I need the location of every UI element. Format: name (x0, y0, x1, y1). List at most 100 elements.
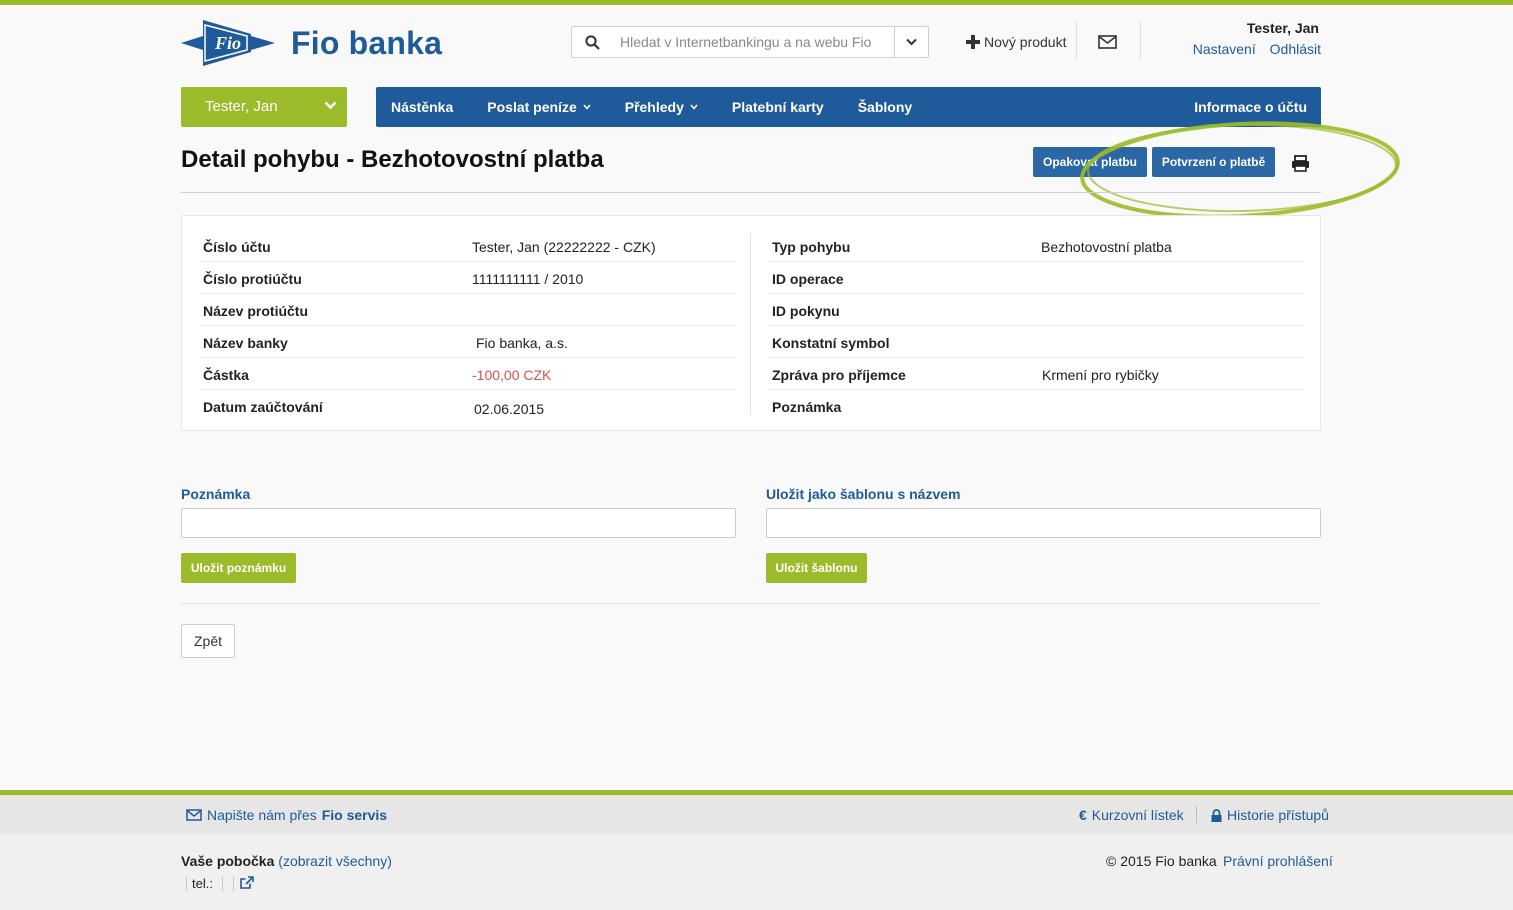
fio-servis-link[interactable]: Napište nám přes Fio servis (186, 807, 387, 823)
nav-label: Informace o účtu (1194, 99, 1307, 115)
write-us-label: Napište nám přes (207, 807, 317, 823)
branch-info: Vaše pobočka (zobrazit všechny) (181, 853, 392, 869)
detail-row: Poznámka (770, 390, 1304, 421)
nav-item-nastenka[interactable]: Nástěnka (376, 87, 470, 127)
search-box[interactable] (571, 26, 929, 58)
footer-divider (233, 876, 234, 891)
exchange-rates-label: Kurzovní lístek (1091, 807, 1184, 823)
save-note-button[interactable]: Uložit poznámku (181, 553, 296, 583)
external-link-icon[interactable] (240, 876, 254, 894)
branch-label: Vaše pobočka (181, 853, 275, 869)
detail-label: Datum zaúčtování (203, 399, 323, 415)
detail-row: Název banky Fio banka, a.s. (201, 326, 735, 358)
detail-value: Tester, Jan (22222222 - CZK) (472, 239, 656, 255)
detail-label: ID pokynu (772, 303, 840, 319)
detail-left-column: Číslo účtu Tester, Jan (22222222 - CZK) Č… (201, 230, 735, 421)
exchange-rates-link[interactable]: € Kurzovní lístek (1079, 807, 1184, 823)
nav-label: Nástěnka (391, 99, 454, 115)
detail-value: Bezhotovostní platba (1041, 239, 1172, 255)
legal-link[interactable]: Právní prohlášení (1223, 853, 1333, 869)
nav-label: Přehledy (624, 99, 684, 115)
header-divider (1076, 22, 1077, 60)
logout-link[interactable]: Odhlásit (1270, 41, 1321, 57)
detail-row: Částka -100,00 CZK (201, 358, 735, 390)
euro-icon: € (1079, 807, 1087, 823)
nav-item-sablony[interactable]: Šablony (841, 87, 929, 127)
detail-label: Konstatní symbol (772, 335, 890, 351)
lock-icon (1211, 808, 1222, 822)
back-button[interactable]: Zpět (181, 624, 235, 658)
envelope-icon[interactable] (1098, 35, 1117, 54)
fio-logo-icon: Fio (181, 20, 275, 66)
footer-info: Vaše pobočka (zobrazit všechny) tel.: © … (0, 834, 1513, 910)
user-selector[interactable]: Tester, Jan (181, 87, 347, 127)
detail-label: Poznámka (772, 399, 842, 415)
detail-label: Typ pohybu (772, 239, 851, 255)
note-input[interactable] (181, 508, 736, 538)
show-all-branches-link[interactable]: (zobrazit všechny) (278, 853, 392, 869)
detail-row: Zpráva pro příjemce Krmení pro rybičky (770, 358, 1304, 390)
copyright: © 2015 Fio banka (1106, 853, 1217, 869)
highlight-ring (1080, 121, 1400, 219)
detail-row: Konstatní symbol (770, 326, 1304, 358)
access-history-link[interactable]: Historie přístupů (1211, 807, 1329, 823)
detail-label: ID operace (772, 271, 844, 287)
note-field-label: Poznámka (181, 486, 251, 502)
footer-divider (222, 876, 223, 891)
logo-badge-text: Fio (214, 33, 241, 53)
new-product-link[interactable]: Nový produkt (966, 34, 1066, 50)
access-history-label: Historie přístupů (1227, 807, 1329, 823)
detail-row: ID pokynu (770, 294, 1304, 326)
detail-row: ID operace (770, 262, 1304, 294)
detail-row: Název protiúčtu (201, 294, 735, 326)
fio-logo[interactable]: Fio Fio banka (181, 16, 461, 70)
detail-label: Zpráva pro příjemce (772, 367, 906, 383)
chevron-down-icon (906, 38, 917, 46)
transaction-detail-panel: Číslo účtu Tester, Jan (22222222 - CZK) Č… (181, 215, 1321, 431)
user-links: Nastavení Odhlásit (1183, 41, 1321, 57)
template-field-label: Uložit jako šablonu s názvem (766, 486, 961, 502)
nav-item-platebni-karty[interactable]: Platební karty (715, 87, 841, 127)
envelope-icon (186, 809, 202, 821)
nav-item-prehledy[interactable]: Přehledy (608, 87, 715, 127)
nav-item-poslat-penize[interactable]: Poslat peníze (470, 87, 607, 127)
search-icon[interactable] (572, 34, 612, 50)
detail-value: 1111111111 / 2010 (472, 271, 584, 287)
amount-value: -100,00 CZK (472, 367, 552, 383)
detail-label: Název protiúčtu (203, 303, 309, 319)
detail-label: Název banky (203, 335, 288, 351)
footer-links-bar: Napište nám přes Fio servis € Kurzovní l… (0, 795, 1513, 834)
new-product-label: Nový produkt (984, 34, 1067, 50)
search-input[interactable] (612, 28, 894, 56)
chevron-down-icon (690, 104, 698, 110)
detail-value: Krmení pro rybičky (1042, 367, 1159, 383)
fio-servis-label: Fio servis (321, 807, 388, 823)
nav-label: Poslat peníze (487, 99, 577, 115)
nav-label: Šablony (857, 99, 913, 115)
detail-label: Číslo účtu (203, 239, 271, 255)
column-divider (750, 233, 751, 415)
detail-row: Typ pohybu Bezhotovostní platba (770, 230, 1304, 262)
header-divider (1140, 22, 1141, 60)
page-title: Detail pohybu - Bezhotovostní platba (181, 146, 604, 173)
settings-link[interactable]: Nastavení (1193, 41, 1256, 57)
detail-row: Číslo protiúčtu 1111111111 / 2010 (201, 262, 735, 294)
nav-label: Platební karty (731, 99, 824, 115)
form-divider (181, 603, 1321, 604)
template-name-input[interactable] (766, 508, 1321, 538)
user-selector-label: Tester, Jan (205, 98, 278, 115)
brand-name: Fio banka (291, 24, 443, 61)
header-user-name: Tester, Jan (1246, 20, 1319, 36)
tel-label: tel.: (192, 876, 213, 891)
detail-value: 02.06.2015 (474, 401, 545, 417)
footer-divider (1196, 806, 1197, 823)
search-dropdown-button[interactable] (894, 27, 928, 57)
footer-divider (186, 876, 187, 891)
detail-row: Datum zaúčtování 02.06.2015 (201, 390, 735, 421)
chevron-down-icon (583, 104, 591, 110)
detail-right-column: Typ pohybu Bezhotovostní platba ID operac… (770, 230, 1304, 421)
detail-value: Fio banka, a.s. (476, 335, 568, 351)
detail-label: Číslo protiúčtu (203, 271, 302, 287)
detail-label: Částka (203, 367, 249, 383)
save-template-button[interactable]: Uložit šablonu (766, 553, 867, 583)
